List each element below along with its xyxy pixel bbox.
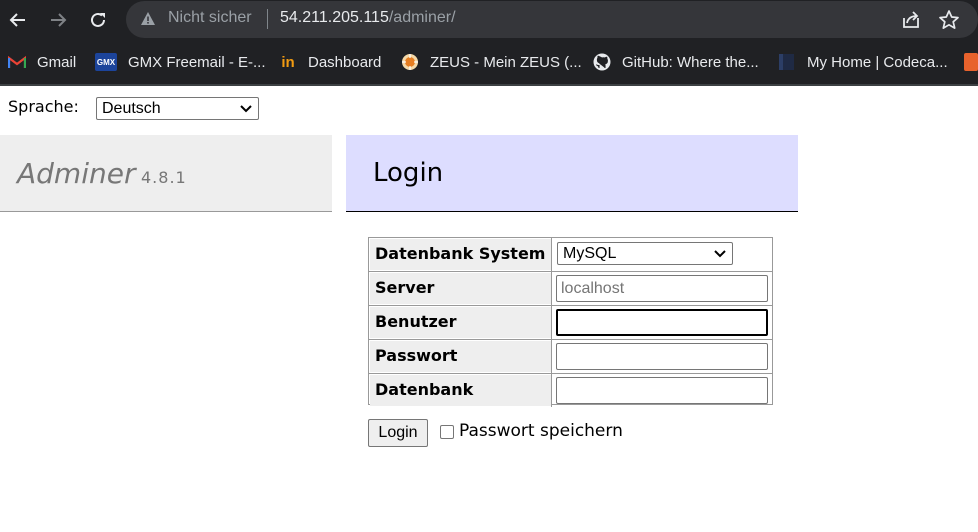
security-status[interactable]: Nicht sicher [168, 9, 252, 27]
login-form-table: Datenbank System MySQL Server localhost … [368, 237, 773, 407]
login-button[interactable]: Login [368, 419, 428, 447]
page-title: Login [373, 158, 444, 188]
form-row-user: Benutzer [369, 305, 772, 339]
dashboard-icon-text: in [281, 53, 295, 71]
bookmark-icon [964, 53, 978, 71]
user-input[interactable] [556, 309, 768, 336]
bookmark-label: ZEUS - Mein ZEUS (... [430, 53, 582, 71]
address-bar[interactable]: Nicht sicher 54.211.205.115/adminer/ [126, 1, 978, 38]
form-row-password: Passwort [369, 339, 772, 373]
version-label[interactable]: 4.8.1 [141, 168, 187, 187]
language-select[interactable]: Deutsch [96, 97, 259, 120]
bookmark-label: GitHub: Where the... [622, 53, 759, 71]
form-row-database: Datenbank [369, 373, 772, 407]
cell-divider [551, 272, 552, 305]
chrome-divider [0, 84, 978, 86]
bookmark-label: Dashboard [308, 53, 382, 71]
cell-divider [551, 374, 552, 407]
form-row-system: Datenbank System MySQL [369, 238, 772, 271]
language-label: Sprache: [8, 97, 79, 116]
remember-password-label[interactable]: Passwort speichern [459, 421, 623, 441]
gmx-icon: GMX [95, 53, 117, 71]
remember-password-checkbox[interactable] [440, 425, 454, 439]
cell-divider [551, 340, 552, 373]
bookmark-label: My Home | Codeca... [807, 53, 948, 71]
zeus-icon [401, 53, 419, 71]
reload-button[interactable] [84, 6, 112, 34]
bookmark-gmail[interactable]: Gmail [8, 52, 76, 72]
bookmarks-bar: Gmail GMX GMX Freemail - E-... in Dashbo… [0, 40, 978, 84]
database-system-select[interactable]: MySQL [557, 242, 733, 265]
password-label: Passwort [370, 341, 551, 372]
cell-divider [551, 238, 552, 271]
gmail-icon [8, 53, 26, 71]
password-input[interactable] [556, 343, 768, 370]
bookmark-label: Gmail [37, 53, 77, 71]
cell-divider [551, 306, 552, 339]
back-arrow-icon [9, 13, 25, 27]
database-label: Datenbank [370, 375, 551, 406]
gmx-icon-text: GMX [96, 57, 116, 67]
bookmark-codecademy[interactable]: My Home | Codeca... [778, 52, 948, 72]
system-label: Datenbank System [370, 239, 551, 270]
bookmark-overflow[interactable] [964, 52, 978, 72]
language-selected-value: Deutsch [102, 100, 161, 117]
adminer-brand-link[interactable]: Adminer [17, 157, 135, 190]
bookmark-zeus[interactable]: ZEUS - Mein ZEUS (... [401, 52, 582, 72]
address-divider [267, 9, 268, 29]
url-host: 54.211.205.115 [280, 9, 389, 26]
bookmark-dashboard[interactable]: in Dashboard [279, 52, 381, 72]
server-input[interactable]: localhost [556, 275, 768, 302]
url-text[interactable]: 54.211.205.115/adminer/ [280, 9, 456, 27]
form-row-server: Server localhost [369, 271, 772, 305]
codecademy-icon [778, 53, 796, 71]
chevron-down-icon [240, 105, 252, 113]
chevron-down-icon [714, 250, 726, 258]
database-system-value: MySQL [563, 245, 617, 262]
github-icon [593, 53, 611, 71]
warning-icon [141, 12, 155, 25]
dashboard-icon: in [279, 53, 297, 71]
browser-toolbar: Nicht sicher 54.211.205.115/adminer/ [0, 0, 978, 40]
server-label: Server [370, 273, 551, 304]
forward-arrow-icon [51, 13, 67, 27]
bookmark-github[interactable]: GitHub: Where the... [593, 52, 759, 72]
forward-button[interactable] [44, 6, 72, 34]
bookmark-label: GMX Freemail - E-... [128, 53, 266, 71]
reload-icon [91, 12, 105, 27]
user-label: Benutzer [370, 307, 551, 338]
url-path: /adminer/ [388, 9, 456, 26]
back-button[interactable] [4, 6, 32, 34]
bookmark-star-icon[interactable] [938, 9, 960, 31]
bookmark-gmx[interactable]: GMX GMX Freemail - E-... [95, 52, 266, 72]
database-input[interactable] [556, 377, 768, 404]
share-icon[interactable] [900, 9, 922, 31]
